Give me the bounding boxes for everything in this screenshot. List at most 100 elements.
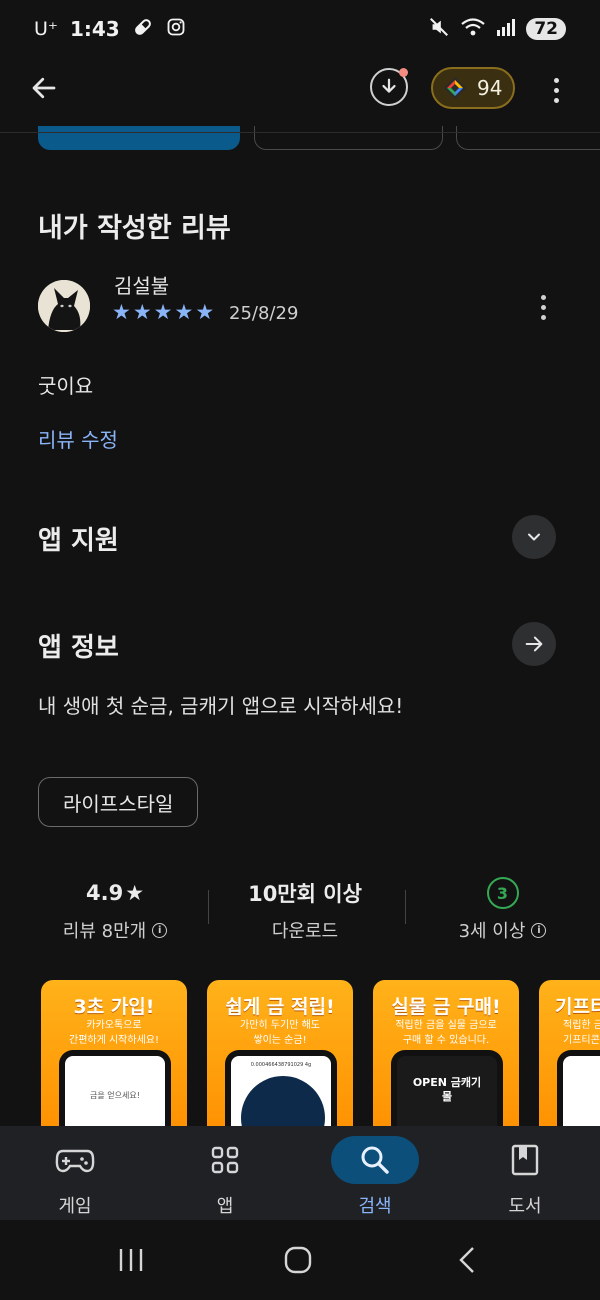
nav-label: 게임 [58,1196,92,1217]
screenshot-subtitle: 적립한 금을 실물 금으로 [395,1020,497,1031]
phone-screen [563,1056,600,1126]
phone-mockup: OPEN 금캐기 몰 [391,1050,503,1126]
review-count: 리뷰 8만개 [62,921,147,942]
screenshot-subtitle: 구매 할 수 있습니다. [402,1035,490,1046]
screen-text: 금을 얻으세요! [90,1091,140,1100]
screenshot-subtitle: 쌓이는 순금! [253,1035,307,1046]
nav-label: 앱 [216,1196,234,1217]
nav-label: 검색 [358,1196,392,1217]
screen-text: OPEN 금캐기 몰 [412,1076,482,1103]
instagram-icon [166,17,186,42]
status-time: 1:43 [69,17,120,41]
action-button-partial-2[interactable] [456,126,600,150]
info-icon: i [531,922,547,938]
app-description: 내 생애 첫 순금, 금캐기 앱으로 시작하세요! [38,694,404,718]
play-points-button[interactable]: 94 [431,67,515,109]
downloads-value: 10만회 이상 [248,882,362,906]
app-info-title[interactable]: 앱 정보 [38,627,119,664]
nav-label: 도서 [508,1196,542,1217]
category-chip[interactable]: 라이프스타일 [38,777,199,827]
back-button[interactable] [24,68,64,108]
app-support-title[interactable]: 앱 지원 [38,520,119,557]
age-rating-badge: 3 [486,877,519,909]
nav-search[interactable]: 검색 [325,1136,425,1218]
age-rating-stat[interactable]: 3 3세 이상 i [420,877,585,943]
screenshot-subtitle: 카카오톡으로 [86,1020,142,1031]
app-info-button[interactable] [512,622,556,666]
app-bar: 94 [0,60,600,118]
phone-screen: 금을 얻으세요! [65,1056,165,1126]
system-navigation [0,1220,600,1300]
status-bar: U⁺ 1:43 72 [0,0,600,58]
star-icon: ★ [174,300,194,324]
chevron-down-icon [528,533,540,541]
nav-apps[interactable]: 앱 [175,1136,275,1218]
battery-indicator: 72 [526,18,566,40]
action-button-partial[interactable] [254,126,443,150]
screenshot-title: 기프티 [555,996,600,1018]
cat-avatar-icon [38,280,90,332]
edit-review-link[interactable]: 리뷰 수정 [38,424,118,453]
star-icon: ★ [195,300,215,324]
link-icon [132,16,154,43]
nav-games[interactable]: 게임 [25,1136,125,1218]
gamepad-icon [31,1136,119,1184]
screenshot-card[interactable]: 기프티 적립한 금 기프티콘 [539,980,600,1126]
review-date: 25/8/29 [229,303,299,324]
coin-graphic [241,1076,325,1126]
screen-text: 0.000466438791029 4g [250,1062,312,1068]
star-icon: ★ [125,881,145,905]
age-rating-label: 3세 이상 [458,921,526,942]
signal-icon [496,17,516,42]
home-icon [284,1246,312,1274]
install-button-partial[interactable] [38,126,240,150]
phone-screen: 0.000466438791029 4g [231,1056,331,1126]
arrow-back-icon [32,77,56,99]
reviewer-name: 김설불 [114,274,170,298]
chevron-left-icon [459,1247,474,1273]
review-more-button[interactable] [530,290,556,324]
stat-divider [405,890,406,924]
notification-dot [399,68,408,77]
rating-stat[interactable]: 4.9 ★ 리뷰 8만개 i [40,877,190,943]
screenshot-card[interactable]: 쉽게 금 적립! 가만히 두기만 해도 쌓이는 순금! 0.00046643879… [207,980,353,1126]
screenshot-subtitle: 기프티콘 [563,1035,600,1046]
downloads-stat: 10만회 이상 다운로드 [220,877,390,943]
arrow-forward-icon [525,636,543,652]
recent-apps-button[interactable] [116,1244,146,1276]
rating-stars: ★ ★ ★ ★ ★ [112,300,214,324]
screenshot-subtitle: 간편하게 시작하세요! [69,1035,159,1046]
screenshot-subtitle: 가만히 두기만 해도 [240,1020,320,1031]
play-points-icon [444,77,466,99]
points-value: 94 [477,76,503,100]
app-bar-divider [0,132,600,133]
star-icon: ★ [112,300,131,324]
system-back-button[interactable] [452,1244,482,1276]
screenshot-title: 실물 금 구매! [391,996,501,1018]
avatar [38,280,90,332]
screenshot-card[interactable]: 3초 가입! 카카오톡으로간편하게 시작하세요! 금을 얻으세요! [41,980,187,1126]
stat-divider [208,890,209,924]
home-button[interactable] [282,1244,314,1276]
my-review-title: 내가 작성한 리뷰 [38,213,231,244]
phone-mockup: 0.000466438791029 4g [225,1050,337,1126]
screenshot-title: 3초 가입! [73,996,155,1018]
phone-mockup [557,1050,600,1126]
book-icon [481,1136,569,1184]
star-icon: ★ [132,300,152,324]
expand-support-button[interactable] [512,515,556,559]
downloads-button[interactable] [370,68,408,106]
more-options-button[interactable] [540,72,572,108]
rating-value: 4.9 [85,881,124,905]
phone-mockup: 금을 얻으세요! [59,1050,171,1126]
review-body: 굿이요 [38,374,94,398]
apps-grid-icon [181,1136,269,1184]
screenshot-carousel[interactable]: 3초 가입! 카카오톡으로 간편하게 시작하세요! 금을 얻으세요! 쉽게 금 적… [41,980,600,1126]
star-icon: ★ [153,300,173,324]
search-icon [331,1136,419,1184]
nav-books[interactable]: 도서 [475,1136,575,1218]
recents-icon [119,1249,143,1271]
screenshot-card[interactable]: 실물 금 구매! 적립한 금을 실물 금으로구매 할 수 있습니다. OPEN … [373,980,519,1126]
carrier-label: U⁺ [34,18,58,40]
wifi-icon [460,16,486,43]
